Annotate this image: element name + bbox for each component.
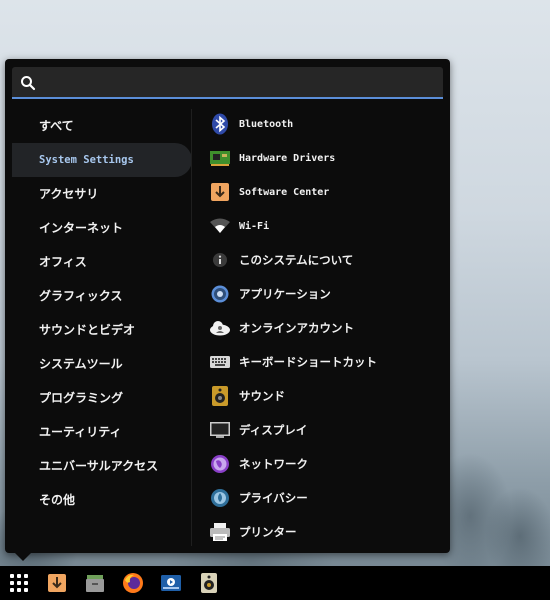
network-globe-icon	[209, 453, 231, 475]
app-label: アプリケーション	[239, 287, 331, 301]
firefox-icon	[123, 573, 143, 593]
privacy-icon	[209, 487, 231, 509]
hardware-drivers-icon	[209, 147, 231, 169]
info-icon	[209, 249, 231, 271]
online-accounts-icon	[209, 317, 231, 339]
app-bluetooth[interactable]: Bluetooth	[209, 107, 445, 141]
taskbar-app-launcher[interactable]	[0, 566, 38, 600]
app-label: このシステムについて	[239, 253, 354, 267]
app-privacy[interactable]: プライバシー	[209, 481, 445, 515]
app-hardware-drivers[interactable]: Hardware Drivers	[209, 141, 445, 175]
app-label: オンラインアカウント	[239, 321, 354, 335]
bluetooth-icon	[209, 113, 231, 135]
app-online-accounts[interactable]: オンラインアカウント	[209, 311, 445, 345]
taskbar-software-center[interactable]	[38, 566, 76, 600]
app-label: サウンド	[239, 389, 285, 403]
app-label: Software Center	[239, 186, 330, 198]
app-keyboard-shortcuts[interactable]: キーボードショートカット	[209, 345, 445, 379]
app-list: Bluetooth Hardware Drivers Software Cent…	[209, 107, 445, 549]
printer-icon	[209, 521, 231, 543]
menu-pointer	[15, 553, 31, 561]
taskbar-sound[interactable]	[190, 566, 228, 600]
category-utilities[interactable]: ユーティリティ	[12, 415, 192, 449]
app-label: プリンター	[239, 525, 297, 539]
app-printers[interactable]: プリンター	[209, 515, 445, 549]
speaker-icon	[209, 385, 231, 407]
category-other[interactable]: その他	[12, 483, 192, 517]
app-applications[interactable]: アプリケーション	[209, 277, 445, 311]
category-list: すべて System Settings アクセサリ インターネット オフィス グ…	[12, 109, 192, 517]
category-universal-access[interactable]: ユニバーサルアクセス	[12, 449, 192, 483]
app-label: Wi-Fi	[239, 220, 270, 232]
app-grid-icon	[10, 574, 28, 592]
category-office[interactable]: オフィス	[12, 245, 192, 279]
keyboard-icon	[209, 351, 231, 373]
category-all[interactable]: すべて	[12, 109, 192, 143]
taskbar-file-manager[interactable]	[76, 566, 114, 600]
category-accessories[interactable]: アクセサリ	[12, 177, 192, 211]
app-sound[interactable]: サウンド	[209, 379, 445, 413]
software-center-icon	[209, 181, 231, 203]
app-label: ネットワーク	[239, 457, 308, 471]
app-label: Hardware Drivers	[239, 152, 336, 164]
category-system-settings[interactable]: System Settings	[12, 143, 192, 177]
app-label: プライバシー	[239, 491, 308, 505]
app-wifi[interactable]: Wi-Fi	[209, 209, 445, 243]
category-internet[interactable]: インターネット	[12, 211, 192, 245]
column-divider	[191, 109, 192, 546]
app-label: キーボードショートカット	[239, 355, 377, 369]
app-label: Bluetooth	[239, 118, 294, 130]
search-box[interactable]	[12, 67, 443, 99]
taskbar-media-player[interactable]	[152, 566, 190, 600]
app-software-center[interactable]: Software Center	[209, 175, 445, 209]
search-icon	[21, 76, 36, 91]
software-center-icon	[48, 574, 66, 592]
file-manager-icon	[86, 575, 104, 592]
category-system-tools[interactable]: システムツール	[12, 347, 192, 381]
media-player-icon	[161, 575, 181, 591]
applications-gear-icon	[209, 283, 231, 305]
display-icon	[209, 419, 231, 441]
wifi-icon	[209, 215, 231, 237]
search-input[interactable]	[44, 71, 438, 95]
application-menu: すべて System Settings アクセサリ インターネット オフィス グ…	[5, 59, 450, 561]
app-label: ディスプレイ	[239, 423, 308, 437]
category-graphics[interactable]: グラフィックス	[12, 279, 192, 313]
app-about-system[interactable]: このシステムについて	[209, 243, 445, 277]
category-sound-video[interactable]: サウンドとビデオ	[12, 313, 192, 347]
app-display[interactable]: ディスプレイ	[209, 413, 445, 447]
speaker-icon	[201, 573, 217, 593]
taskbar	[0, 566, 550, 600]
taskbar-firefox[interactable]	[114, 566, 152, 600]
app-network[interactable]: ネットワーク	[209, 447, 445, 481]
category-programming[interactable]: プログラミング	[12, 381, 192, 415]
